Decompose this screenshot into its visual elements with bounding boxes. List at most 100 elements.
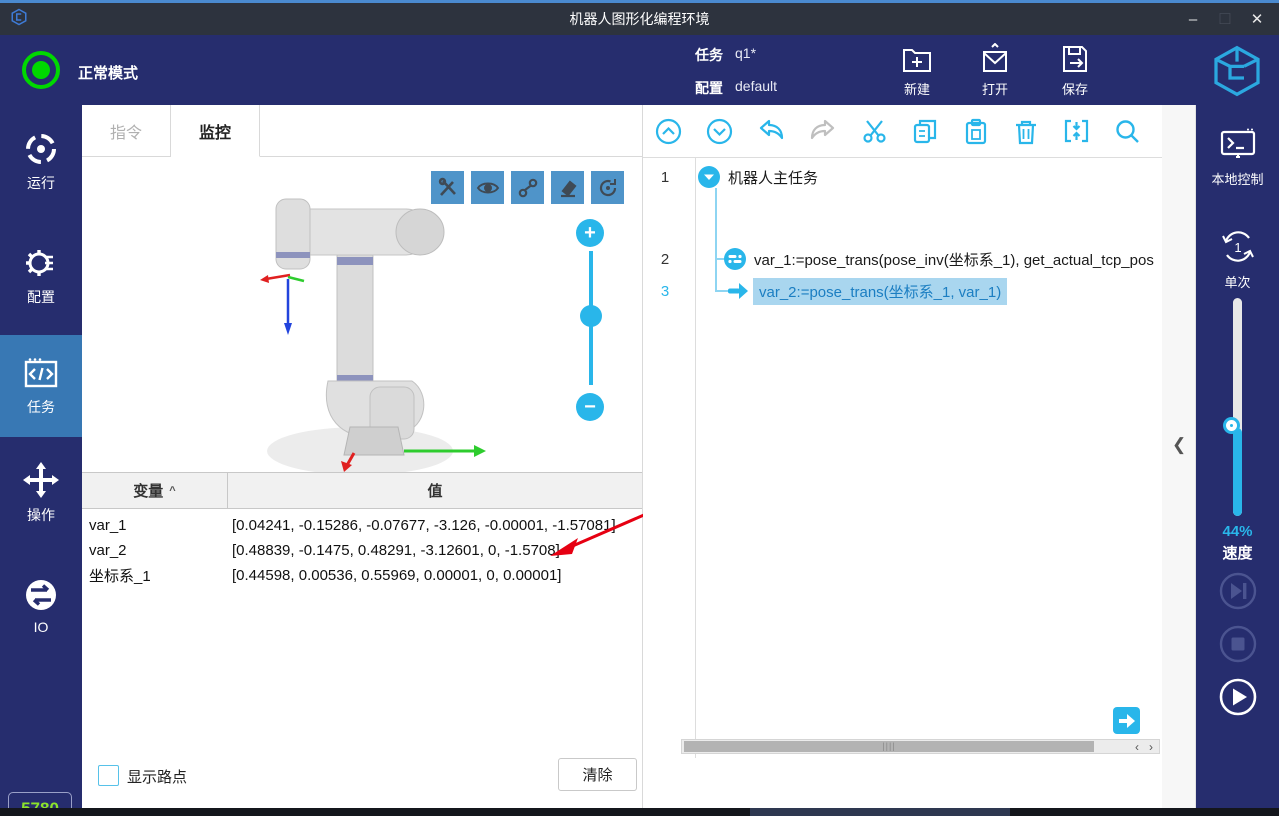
circle-down-icon (706, 118, 733, 145)
search-icon (1114, 118, 1141, 145)
show-waypoints-label: 显示路点 (127, 766, 187, 787)
program-line-2[interactable]: 2 var_1:=pose_trans(pose_inv(坐标系_1), get… (643, 244, 1154, 274)
brand-logo-icon (1209, 43, 1265, 104)
zoom-out-button[interactable]: − (576, 393, 604, 421)
task-label: 任务 (695, 45, 735, 65)
new-button[interactable]: 新建 (885, 43, 949, 98)
path-button[interactable] (511, 171, 544, 204)
task-code-icon (0, 357, 82, 391)
speed-slider[interactable] (1233, 298, 1242, 516)
variable-value: [0.04241, -0.15286, -0.07677, -3.126, -0… (228, 517, 642, 534)
variable-name: var_1 (82, 517, 228, 534)
move-arrows-icon (0, 461, 82, 499)
sidebar-item-run[interactable]: 运行 (0, 117, 82, 205)
sidebar-item-operate[interactable]: 操作 (0, 447, 82, 537)
scrollbar-thumb[interactable]: |||| (684, 741, 1094, 752)
terminal-icon (1196, 127, 1279, 163)
save-button[interactable]: 保存 (1043, 43, 1107, 98)
program-tree: 1 机器人主任务 2 var_1:=pose_trans(pose_inv(坐标… (643, 158, 1162, 758)
speed-slider-handle[interactable] (1226, 420, 1237, 431)
speed-label: 速度 (1196, 542, 1279, 563)
titlebar[interactable]: 机器人图形化编程环境 – ☐ ✕ (0, 3, 1279, 35)
paste-button[interactable] (963, 118, 989, 145)
step-next-button[interactable] (1113, 707, 1140, 734)
maximize-button[interactable]: ☐ (1211, 6, 1239, 32)
panel-collapse-strip[interactable]: ❮ (1162, 105, 1196, 808)
program-line-text: 机器人主任务 (728, 167, 818, 188)
search-button[interactable] (1114, 118, 1141, 145)
move-down-button[interactable] (706, 118, 733, 145)
cut-button[interactable] (861, 118, 888, 145)
delete-button[interactable] (1013, 118, 1039, 145)
single-run-button[interactable]: 1 单次 (1196, 228, 1279, 291)
undo-icon (757, 118, 785, 144)
table-row[interactable]: 坐标系_1 [0.44598, 0.00536, 0.55969, 0.0000… (82, 563, 642, 588)
table-row[interactable]: var_1 [0.04241, -0.15286, -0.07677, -3.1… (82, 513, 642, 538)
run-icon (0, 131, 82, 167)
close-button[interactable]: ✕ (1243, 6, 1271, 32)
task-config-block: 任务 q1* 配置 default (695, 45, 777, 111)
undo-button[interactable] (757, 118, 785, 144)
mode-label: 正常模式 (78, 62, 138, 83)
play-button[interactable] (1218, 677, 1258, 717)
arrow-step-icon (727, 282, 749, 300)
orbit-icon (597, 177, 619, 199)
sidebar-item-task[interactable]: 任务 (0, 335, 82, 437)
tools-button[interactable] (431, 171, 464, 204)
variable-table: 变量 ^ 值 var_1 [0.04241, -0.15286, -0.0767… (82, 472, 642, 588)
tab-monitor[interactable]: 监控 (171, 105, 260, 157)
sidebar-item-config[interactable]: 配置 (0, 231, 82, 319)
task-value: q1* (735, 45, 756, 65)
header: 正常模式 任务 q1* 配置 default 新建 (0, 35, 1279, 105)
assignment-icon (723, 247, 747, 271)
reset-view-button[interactable] (591, 171, 624, 204)
table-row[interactable]: var_2 [0.48839, -0.1475, 0.48291, -3.126… (82, 538, 642, 563)
insert-brackets-icon (1063, 118, 1090, 144)
sidebar-item-io[interactable]: IO (0, 563, 82, 647)
program-panel: 1 机器人主任务 2 var_1:=pose_trans(pose_inv(坐标… (643, 105, 1162, 808)
right-sidebar: 本地控制 1 单次 44% 速度 (1196, 105, 1279, 816)
horizontal-scrollbar[interactable]: |||| ‹ › (681, 739, 1160, 754)
minimize-button[interactable]: – (1179, 6, 1207, 32)
config-label: 配置 (695, 78, 735, 98)
erase-button[interactable] (551, 171, 584, 204)
show-waypoints-checkbox[interactable] (98, 765, 119, 786)
program-line-1[interactable]: 1 机器人主任务 (643, 162, 818, 192)
tools-icon (437, 177, 459, 199)
eraser-icon (557, 177, 579, 199)
zoom-slider-handle[interactable] (580, 305, 602, 327)
visibility-button[interactable] (471, 171, 504, 204)
collapse-node-icon[interactable] (697, 165, 721, 189)
redo-button[interactable] (809, 118, 837, 144)
line-number: 2 (643, 251, 687, 268)
local-control-button[interactable]: 本地控制 (1196, 127, 1279, 188)
path-icon (517, 177, 539, 199)
insert-button[interactable] (1063, 118, 1090, 144)
copy-button[interactable] (912, 118, 939, 145)
gear-icon (0, 245, 82, 281)
robot-arm-render (82, 157, 640, 472)
zoom-in-button[interactable]: + (576, 219, 604, 247)
column-header-value[interactable]: 值 (228, 473, 642, 508)
redo-icon (809, 118, 837, 144)
column-header-variable[interactable]: 变量 ^ (82, 473, 228, 508)
new-file-icon (885, 43, 949, 75)
collapse-left-icon[interactable]: ❮ (1172, 435, 1186, 455)
program-line-3-selected[interactable]: 3 var_2:=pose_trans(坐标系_1, var_1) (643, 276, 1007, 306)
clear-button[interactable]: 清除 (558, 758, 637, 791)
stop-button[interactable] (1218, 624, 1258, 664)
variable-value: [0.48839, -0.1475, 0.48291, -3.12601, 0,… (228, 542, 642, 559)
tab-instruction[interactable]: 指令 (82, 105, 171, 156)
robot-3d-viewport[interactable]: + − (82, 157, 642, 472)
sort-asc-icon: ^ (169, 485, 175, 497)
line-number: 1 (643, 169, 687, 186)
mode-status-icon (22, 51, 60, 89)
program-line-text: var_1:=pose_trans(pose_inv(坐标系_1), get_a… (754, 249, 1154, 270)
scroll-left-icon[interactable]: ‹ (1135, 740, 1139, 754)
step-button[interactable] (1218, 571, 1258, 611)
config-value: default (735, 78, 777, 98)
open-button[interactable]: 打开 (963, 43, 1027, 98)
monitor-panel: 指令 监控 (82, 105, 643, 808)
move-up-button[interactable] (655, 118, 682, 145)
scroll-right-icon[interactable]: › (1149, 740, 1153, 754)
